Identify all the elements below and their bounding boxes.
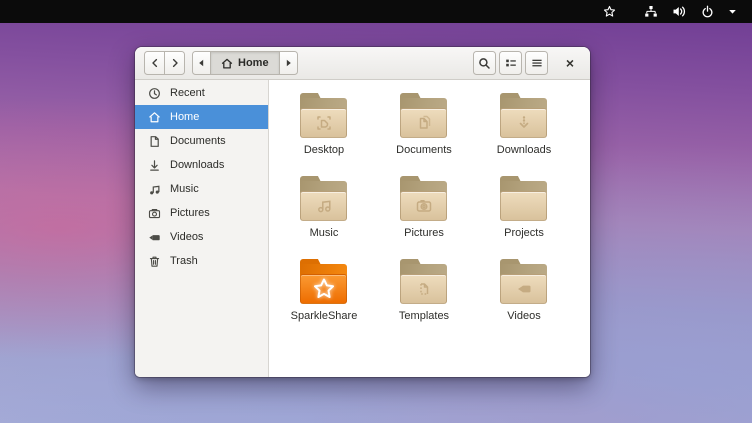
documents-emblem-icon xyxy=(412,111,436,135)
back-button[interactable] xyxy=(144,51,165,75)
sidebar-item-trash[interactable]: Trash xyxy=(135,249,268,273)
folder-label: Templates xyxy=(399,310,449,322)
sidebar-item-label: Videos xyxy=(170,231,203,243)
sidebar-item-label: Downloads xyxy=(170,159,224,171)
sidebar-item-documents[interactable]: Documents xyxy=(135,129,268,153)
folder-item-videos[interactable]: Videos xyxy=(474,258,574,341)
downloads-emblem-icon xyxy=(512,111,536,135)
volume-icon[interactable] xyxy=(665,0,694,23)
path-segment-label: Home xyxy=(238,57,269,69)
chevron-down-icon[interactable] xyxy=(721,0,744,23)
folder-item-templates[interactable]: Templates xyxy=(374,258,474,341)
sidebar-item-label: Music xyxy=(170,183,199,195)
sidebar-item-label: Home xyxy=(170,111,199,123)
home-icon xyxy=(221,58,233,69)
list-view-icon xyxy=(505,57,517,69)
header-bar: Home xyxy=(135,47,590,80)
power-icon[interactable] xyxy=(694,0,721,23)
path-scroll-right-button[interactable] xyxy=(279,51,298,75)
star-emblem-icon xyxy=(310,275,338,303)
path-segment-home[interactable]: Home xyxy=(210,51,280,75)
sidebar-item-downloads[interactable]: Downloads xyxy=(135,153,268,177)
video-emblem-icon xyxy=(512,277,536,301)
folder-icon xyxy=(499,259,549,306)
templates-emblem-icon xyxy=(412,277,436,301)
sidebar-item-label: Trash xyxy=(170,255,198,267)
triangle-left-icon xyxy=(198,59,205,67)
folder-label: Desktop xyxy=(304,144,344,156)
folder-label: Projects xyxy=(504,227,544,239)
forward-chevron-icon xyxy=(170,58,180,68)
video-icon xyxy=(148,231,161,244)
nav-button-group xyxy=(144,51,185,75)
folder-label: Documents xyxy=(396,144,452,156)
folder-item-downloads[interactable]: Downloads xyxy=(474,92,574,175)
folder-icon xyxy=(299,176,349,223)
folder-label: Music xyxy=(310,227,339,239)
sidebar-item-music[interactable]: Music xyxy=(135,177,268,201)
sidebar-item-home[interactable]: Home xyxy=(135,105,268,129)
menu-button[interactable] xyxy=(525,51,548,75)
folder-icon xyxy=(399,259,449,306)
sidebar-item-pictures[interactable]: Pictures xyxy=(135,201,268,225)
folder-label: SparkleShare xyxy=(291,310,358,322)
folder-label: Downloads xyxy=(497,144,551,156)
path-bar: Home xyxy=(192,51,298,75)
folder-icon xyxy=(399,176,449,223)
folder-label: Videos xyxy=(507,310,540,322)
view-toggle-button[interactable] xyxy=(499,51,522,75)
path-scroll-left-button[interactable] xyxy=(192,51,211,75)
sidebar: Recent Home Documents Downloads xyxy=(135,80,269,377)
network-icon[interactable] xyxy=(637,0,665,23)
folder-item-pictures[interactable]: Pictures xyxy=(374,175,474,258)
sidebar-item-label: Pictures xyxy=(170,207,210,219)
music-emblem-icon xyxy=(312,194,336,218)
sidebar-item-label: Recent xyxy=(170,87,205,99)
trash-icon xyxy=(148,255,161,268)
folder-icon-orange xyxy=(299,259,349,306)
back-chevron-icon xyxy=(150,58,160,68)
close-icon: × xyxy=(566,55,574,71)
file-manager-window: Home xyxy=(135,47,590,377)
folder-item-music[interactable]: Music xyxy=(274,175,374,258)
hamburger-menu-icon xyxy=(531,57,543,69)
window-body: Recent Home Documents Downloads xyxy=(135,80,590,377)
search-button[interactable] xyxy=(473,51,496,75)
star-icon[interactable] xyxy=(596,0,623,23)
forward-button[interactable] xyxy=(164,51,185,75)
camera-icon xyxy=(148,207,161,220)
folder-label: Pictures xyxy=(404,227,444,239)
document-icon xyxy=(148,135,161,148)
folder-icon xyxy=(399,93,449,140)
system-tray xyxy=(596,0,744,23)
folder-icon xyxy=(299,93,349,140)
clock-icon xyxy=(148,87,161,100)
folder-icon xyxy=(499,176,549,223)
desktop-emblem-icon xyxy=(312,111,336,135)
folder-item-projects[interactable]: Projects xyxy=(474,175,574,258)
sidebar-item-recent[interactable]: Recent xyxy=(135,81,268,105)
system-top-bar xyxy=(0,0,752,23)
folder-item-sparkleshare[interactable]: SparkleShare xyxy=(274,258,374,341)
close-button[interactable]: × xyxy=(559,51,581,75)
download-icon xyxy=(148,159,161,172)
search-icon xyxy=(478,57,491,70)
folder-icon xyxy=(499,93,549,140)
pictures-emblem-icon xyxy=(412,194,436,218)
sidebar-item-label: Documents xyxy=(170,135,226,147)
triangle-right-icon xyxy=(285,59,292,67)
sidebar-item-videos[interactable]: Videos xyxy=(135,225,268,249)
music-note-icon xyxy=(148,183,161,196)
folder-grid: Desktop Documents xyxy=(269,80,590,377)
folder-item-desktop[interactable]: Desktop xyxy=(274,92,374,175)
home-icon xyxy=(148,111,161,124)
folder-item-documents[interactable]: Documents xyxy=(374,92,474,175)
